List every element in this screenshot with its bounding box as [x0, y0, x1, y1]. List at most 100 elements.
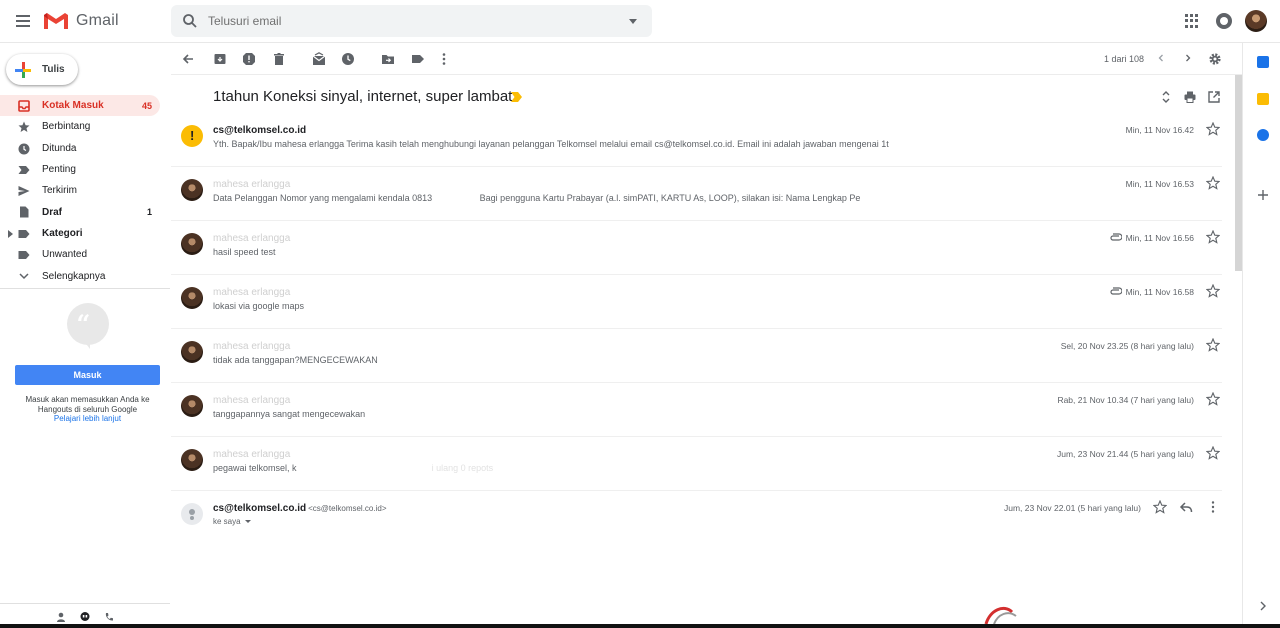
snooze-icon[interactable] — [341, 52, 355, 66]
labels-icon[interactable] — [411, 52, 425, 66]
pagination-text: 1 dari 108 — [1104, 54, 1145, 64]
search-bar[interactable] — [171, 5, 652, 37]
phone-icon[interactable] — [104, 612, 114, 622]
sender-name: mahesa erlangga — [213, 233, 291, 244]
star-outline-icon[interactable] — [1206, 230, 1220, 244]
hangouts-panel: “ Masuk Masuk akan memasukkan Anda ke Ha… — [0, 301, 175, 423]
star-outline-icon[interactable] — [1206, 284, 1220, 298]
chevron-right-icon[interactable] — [1184, 54, 1192, 62]
snippet-end: i ulang 0 repots — [431, 463, 494, 473]
account-avatar[interactable] — [1245, 10, 1267, 32]
thread-message[interactable]: cs@telkomsel.co.id Yth. Bapak/Ibu mahesa… — [171, 113, 1222, 167]
sender-name: mahesa erlangga — [213, 395, 291, 406]
keep-icon[interactable] — [1257, 93, 1269, 105]
thread-message[interactable]: mahesa erlangga lokasi via google maps M… — [171, 275, 1222, 329]
star-outline-icon[interactable] — [1206, 392, 1220, 406]
sidebar-nav: Kotak Masuk 45 Berbintang Ditunda Pentin… — [0, 95, 170, 287]
star-outline-icon[interactable] — [1206, 446, 1220, 460]
unread-count: 45 — [141, 100, 152, 111]
important-marker-icon[interactable] — [511, 92, 523, 102]
star-outline-icon[interactable] — [1206, 176, 1220, 190]
message-snippet: tidak ada tanggapan?MENGECEWAKAN — [213, 355, 378, 365]
side-panel — [1242, 43, 1280, 628]
search-input[interactable] — [208, 14, 608, 28]
message-snippet: lokasi via google maps — [213, 301, 305, 311]
expand-all-icon[interactable] — [1160, 91, 1172, 103]
print-icon[interactable] — [1184, 91, 1196, 103]
mark-unread-icon[interactable] — [312, 52, 326, 66]
sidebar-item-label: Berbintang — [42, 121, 91, 133]
star-outline-icon[interactable] — [1153, 500, 1167, 514]
back-arrow-icon[interactable] — [181, 52, 195, 66]
contacts-icon[interactable] — [56, 612, 66, 622]
message-snippet: Yth. Bapak/Ibu mahesa erlangga Terima ka… — [213, 139, 889, 149]
settings-gear-icon[interactable] — [1208, 52, 1222, 66]
search-icon[interactable] — [182, 13, 198, 29]
sidebar-item-more[interactable]: Selengkapnya — [0, 265, 160, 286]
delete-icon[interactable] — [272, 52, 286, 66]
chevron-left-icon[interactable] — [1157, 54, 1165, 62]
sidebar-item-categories[interactable]: Kategori — [0, 223, 160, 244]
compose-button[interactable]: Tulis — [6, 54, 78, 85]
calendar-icon[interactable] — [1257, 56, 1269, 68]
sender-name: mahesa erlangga — [213, 287, 291, 298]
star-outline-icon[interactable] — [1206, 338, 1220, 352]
learn-more-link[interactable]: Pelajari lebih lanjut — [0, 414, 175, 423]
sender-warning-avatar — [181, 125, 203, 147]
tasks-icon[interactable] — [1257, 129, 1269, 141]
report-spam-icon[interactable] — [242, 52, 256, 66]
apps-grid-icon[interactable] — [1185, 14, 1199, 28]
thread-toolbar: 1 dari 108 — [171, 43, 1242, 75]
thread-scrollbar[interactable] — [1235, 75, 1242, 271]
open-message-header: cs@telkomsel.co.id <cs@telkomsel.co.id> k… — [171, 491, 1222, 545]
expand-arrow-icon[interactable] — [8, 229, 13, 238]
star-outline-icon[interactable] — [1206, 122, 1220, 136]
sidebar-item-unwanted[interactable]: Unwanted — [0, 244, 160, 265]
main-menu-icon[interactable] — [14, 12, 32, 30]
sidebar-item-inbox[interactable]: Kotak Masuk 45 — [0, 95, 160, 117]
compose-plus-icon — [15, 61, 31, 78]
more-vert-icon[interactable] — [1206, 500, 1220, 514]
sidebar-item-important[interactable]: Penting — [0, 159, 160, 180]
message-date: Sel, 20 Nov 23.25 (8 hari yang lalu) — [1060, 341, 1194, 351]
add-addon-icon[interactable] — [1257, 189, 1269, 201]
gmail-logo[interactable]: Gmail — [42, 9, 119, 33]
sidebar-item-snoozed[interactable]: Ditunda — [0, 138, 160, 159]
move-to-icon[interactable] — [381, 52, 395, 66]
thread-message[interactable]: mahesa erlangga hasil speed test Min, 11… — [171, 221, 1222, 275]
thread-message[interactable]: mahesa erlangga pegawai telkomsel, k i u… — [171, 437, 1222, 491]
divider — [0, 288, 170, 289]
sidebar-item-label: Penting — [42, 164, 76, 176]
notifications-icon[interactable] — [1216, 13, 1232, 29]
sender-avatar — [181, 395, 203, 417]
sidebar-item-drafts[interactable]: Draf 1 — [0, 201, 160, 222]
sidebar-item-starred[interactable]: Berbintang — [0, 116, 160, 137]
hangouts-icon[interactable] — [80, 612, 90, 622]
reply-icon[interactable] — [1179, 500, 1193, 514]
draft-count: 1 — [146, 207, 152, 218]
hangouts-signin-button[interactable]: Masuk — [15, 365, 160, 385]
draft-icon — [20, 206, 29, 218]
top-bar: Gmail — [0, 0, 1280, 43]
sidebar-item-sent[interactable]: Terkirim — [0, 180, 160, 201]
thread-message[interactable]: mahesa erlangga tidak ada tanggapan?MENG… — [171, 329, 1222, 383]
message-snippet: pegawai telkomsel, k i ulang 0 repots — [213, 463, 918, 473]
important-icon — [18, 165, 30, 174]
open-new-window-icon[interactable] — [1208, 91, 1220, 103]
sender-default-avatar — [181, 503, 203, 525]
message-date: Min, 11 Nov 16.56 — [1125, 233, 1194, 243]
sidebar-item-label: Kategori — [42, 227, 83, 239]
archive-icon[interactable] — [213, 52, 227, 66]
partial-logo-image — [984, 607, 1017, 625]
star-icon — [18, 121, 30, 133]
thread-message[interactable]: mahesa erlangga tanggapannya sangat meng… — [171, 383, 1222, 437]
thread-message[interactable]: mahesa erlangga Data Pelanggan Nomor yan… — [171, 167, 1222, 221]
recipients-toggle[interactable]: ke saya — [213, 517, 251, 526]
message-snippet: hasil speed test — [213, 247, 276, 257]
search-options-icon[interactable] — [629, 19, 637, 24]
sender-name: mahesa erlangga — [213, 341, 291, 352]
message-date: Min, 11 Nov 16.42 — [1125, 125, 1194, 135]
more-vert-icon[interactable] — [437, 52, 451, 66]
sender-avatar — [181, 233, 203, 255]
hide-panel-chevron-icon[interactable] — [1257, 600, 1269, 612]
